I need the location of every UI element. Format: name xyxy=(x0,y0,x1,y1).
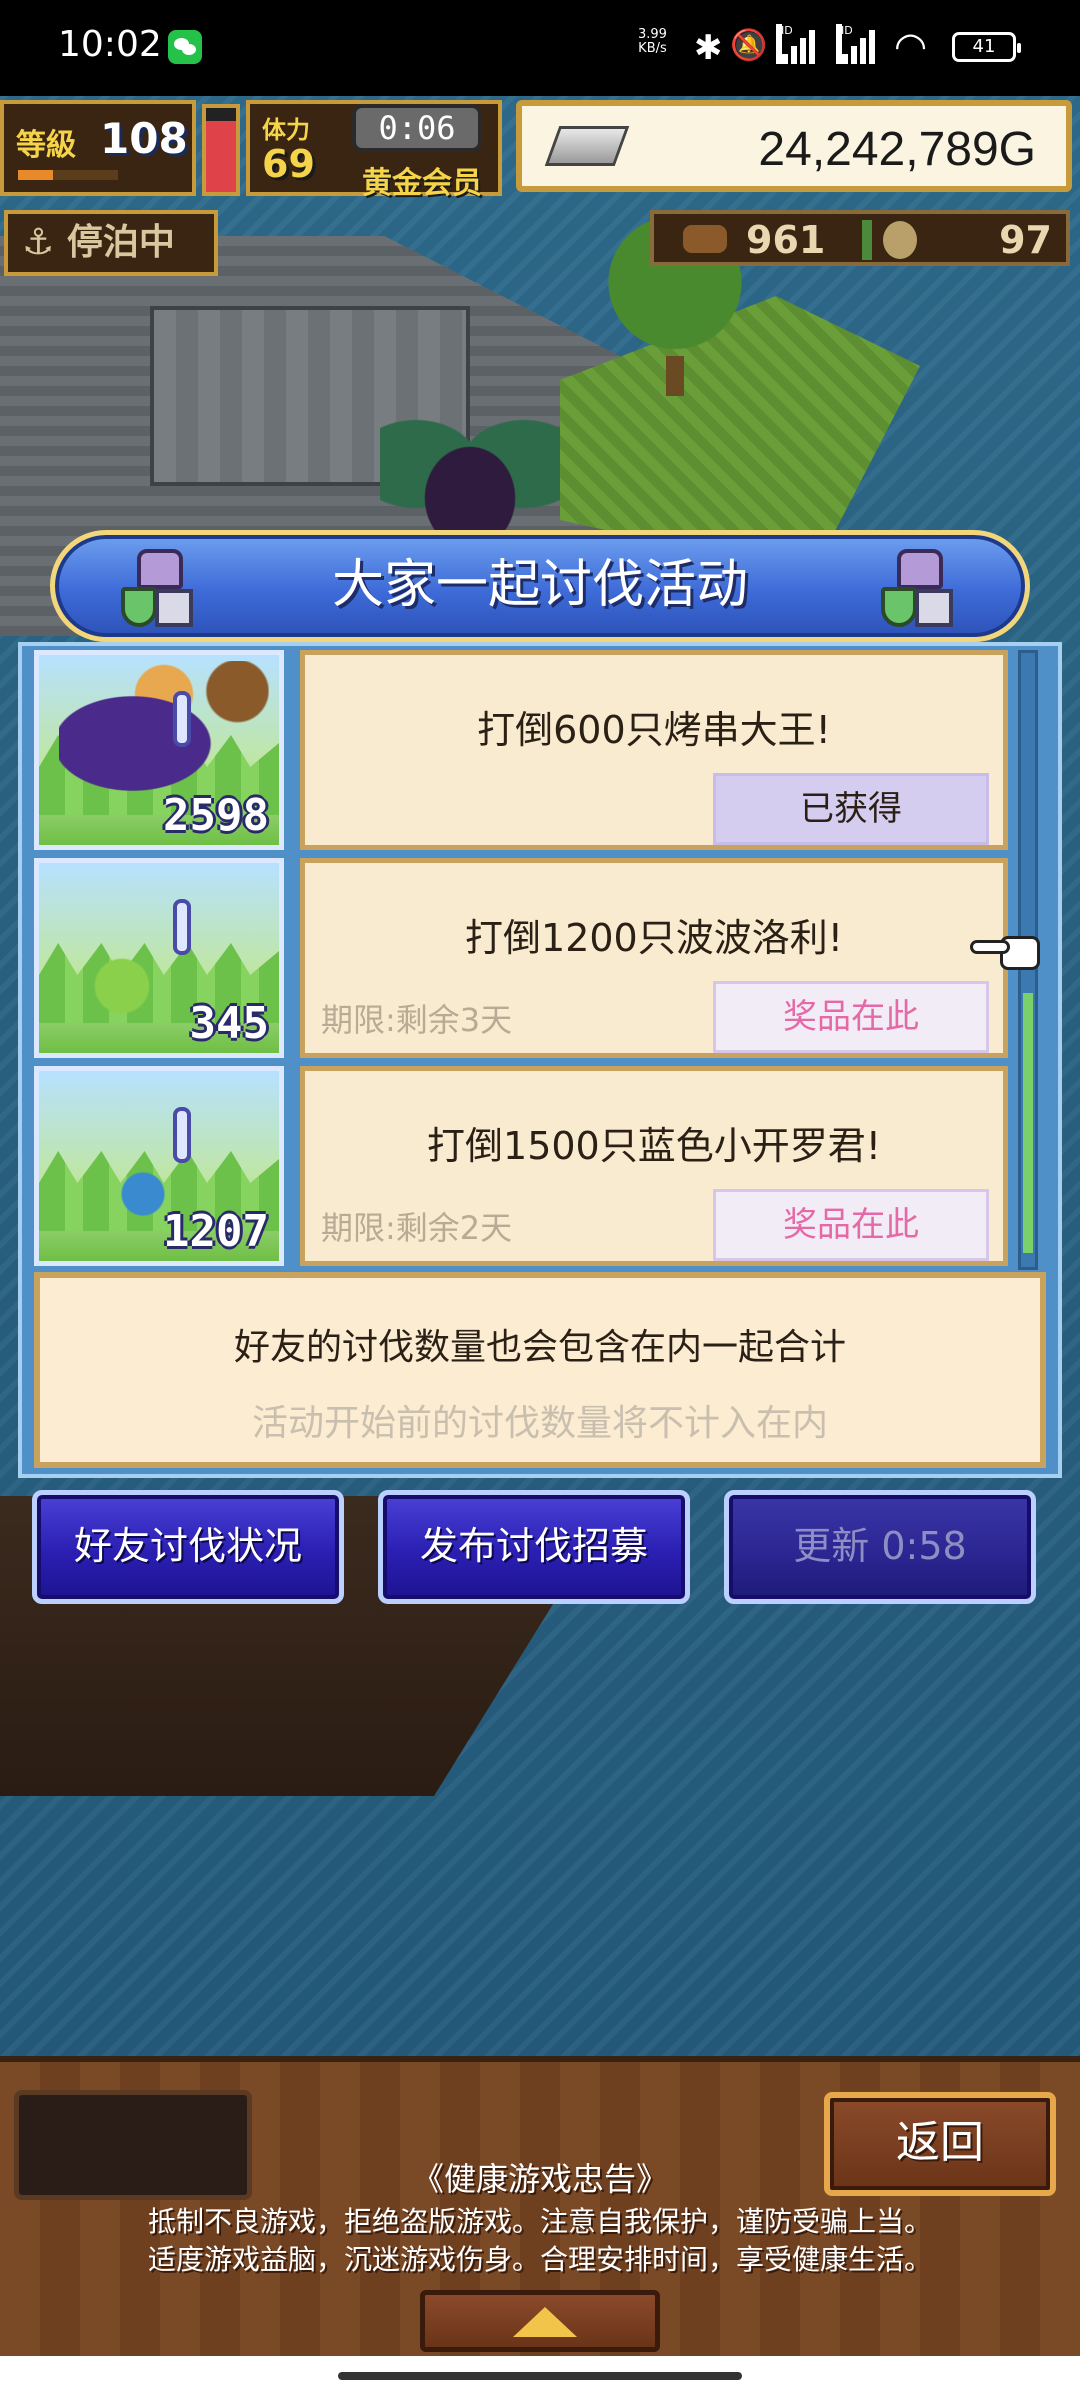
status-time: 10:02 xyxy=(58,24,162,65)
exp-bar-fill xyxy=(18,170,53,180)
membership-badge[interactable]: 黄金会员 xyxy=(362,158,482,202)
event-row: 1207 打倒1500只蓝色小开罗君! 期限:剩余2天 奖品在此 xyxy=(34,1066,1008,1266)
dock-status: ⚓ 停泊中 xyxy=(4,210,218,276)
level-value: 108 xyxy=(100,114,188,163)
reward-here-button[interactable]: 奖品在此 xyxy=(713,981,989,1053)
event-name: 打倒1500只蓝色小开罗君! xyxy=(427,1124,881,1168)
medal-icon xyxy=(880,218,920,262)
signal-icon: HD xyxy=(836,24,880,64)
level-label: 等級 xyxy=(16,128,76,163)
battery-icon: 41 xyxy=(952,32,1021,62)
health-advice-line: 抵制不良游戏，拒绝盗版游戏。注意自我保护，谨防受骗上当。 xyxy=(147,2205,932,2238)
event-note: 好友的讨伐数量也会包含在内一起合计 活动开始前的讨伐数量将不计入在内 xyxy=(34,1272,1046,1468)
health-advice-title: 《健康游戏忠告》 xyxy=(411,2160,668,2198)
stamina-gauge-fill xyxy=(206,120,236,192)
gesture-bar xyxy=(0,2356,1080,2401)
bluetooth-icon: ✱ xyxy=(694,28,723,68)
event-row: 345 打倒1200只波波洛利! 期限:剩余3天 奖品在此 xyxy=(34,858,1008,1058)
level-panel: 等級 108 xyxy=(0,100,196,196)
exclamation-icon xyxy=(173,899,191,955)
kill-count: 1207 xyxy=(163,1206,269,1257)
silver-ingot-icon xyxy=(544,126,630,166)
kill-count: 2598 xyxy=(163,790,269,841)
friend-status-button[interactable]: 好友讨伐状况 xyxy=(32,1490,344,1604)
resource-wood-value: 961 xyxy=(746,218,826,262)
arrow-up-icon xyxy=(513,2307,577,2337)
pointer-hand-icon xyxy=(970,930,1044,974)
stamina-panel: 体力 69 0:06 黄金会员 xyxy=(246,100,502,201)
event-card: 打倒1200只波波洛利! 期限:剩余3天 奖品在此 xyxy=(300,858,1008,1058)
event-monster-image: 345 xyxy=(34,858,284,1058)
reward-here-button[interactable]: 奖品在此 xyxy=(713,1189,989,1261)
event-deadline: 期限:剩余3天 xyxy=(321,1001,513,1039)
note-sub-text: 活动开始前的讨伐数量将不计入在内 xyxy=(251,1403,828,1444)
gold-panel[interactable]: 24,242,789G xyxy=(516,100,1072,192)
event-deadline: 期限:剩余2天 xyxy=(321,1209,513,1247)
exp-bar xyxy=(18,170,118,180)
resource-divider xyxy=(862,220,872,260)
event-row: 2598 打倒600只烤串大王! 已获得 xyxy=(34,650,1008,850)
status-bar: 10:02 3.99 KB/s ✱ 🔕 HD HD ◠ 41 xyxy=(0,0,1080,96)
publish-recruit-button[interactable]: 发布讨伐招募 xyxy=(378,1490,690,1604)
health-advice-line: 适度游戏益脑，沉迷游戏伤身。合理安排时间，享受健康生活。 xyxy=(147,2243,932,2276)
bottom-bar: 返回 《健康游戏忠告》 抵制不良游戏，拒绝盗版游戏。注意自我保护，谨防受骗上当。… xyxy=(0,2056,1080,2356)
signal-icon: HD xyxy=(776,24,820,64)
event-card: 打倒1500只蓝色小开罗君! 期限:剩余2天 奖品在此 xyxy=(300,1066,1008,1266)
reward-obtained-button[interactable]: 已获得 xyxy=(713,773,989,845)
gold-value: 24,242,789G xyxy=(758,123,1036,176)
mute-icon: 🔕 xyxy=(730,28,768,63)
wechat-icon xyxy=(168,30,202,64)
scrollbar-thumb[interactable] xyxy=(1023,993,1033,1253)
home-indicator[interactable] xyxy=(338,2372,742,2380)
net-speed: 3.99 KB/s xyxy=(638,28,667,56)
kill-count: 345 xyxy=(189,998,269,1049)
resource-panel: 961 97 xyxy=(650,210,1070,266)
expand-menu-button[interactable] xyxy=(420,2290,660,2352)
event-monster-image: 1207 xyxy=(34,1066,284,1266)
stamina-value: 69 xyxy=(262,142,315,186)
resource-coin-value: 97 xyxy=(999,218,1052,262)
net-speed-unit: KB/s xyxy=(638,41,667,56)
dialog-header: 大家一起讨伐活动 xyxy=(50,530,1030,642)
knight-icon xyxy=(875,543,965,633)
exclamation-icon xyxy=(173,1107,191,1163)
event-card: 打倒600只烤串大王! 已获得 xyxy=(300,650,1008,850)
exclamation-icon xyxy=(173,691,191,747)
event-name: 打倒600只烤串大王! xyxy=(477,708,831,752)
stamina-label: 体力 xyxy=(262,116,310,144)
event-name: 打倒1200只波波洛利! xyxy=(465,916,843,960)
barrel-icon xyxy=(680,222,730,256)
stamina-gauge xyxy=(202,104,240,196)
net-speed-value: 3.99 xyxy=(638,27,667,42)
event-monster-image: 2598 xyxy=(34,650,284,850)
note-main-text: 好友的讨伐数量也会包含在内一起合计 xyxy=(233,1327,846,1368)
stamina-timer: 0:06 xyxy=(352,104,482,152)
wifi-icon: ◠ xyxy=(894,24,928,68)
dock-status-label: 停泊中 xyxy=(66,222,175,263)
refresh-button[interactable]: 更新 0:58 xyxy=(724,1490,1036,1604)
